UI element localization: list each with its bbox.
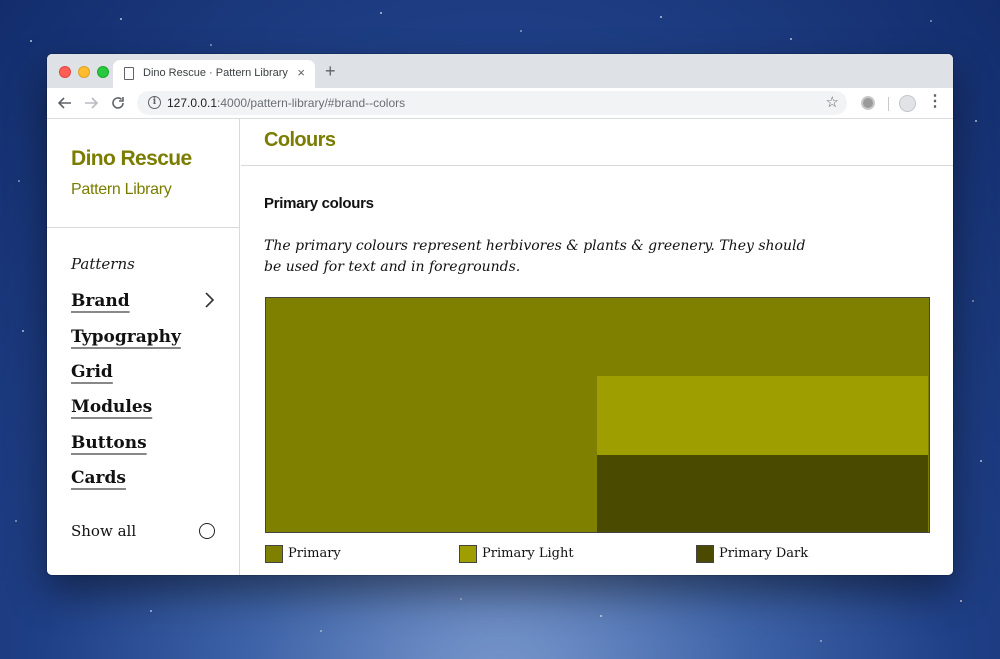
new-tab-button[interactable]: + <box>325 62 336 80</box>
url-host: 127.0.0.1 <box>167 96 218 110</box>
reload-button[interactable] <box>109 93 127 116</box>
extension-icon[interactable] <box>861 96 875 110</box>
profile-avatar-icon[interactable] <box>899 95 916 112</box>
sidebar-item-brand[interactable]: Brand <box>71 291 130 311</box>
back-button[interactable] <box>56 93 74 116</box>
legend-label: Primary Dark <box>719 546 809 561</box>
site-subtitle: Pattern Library <box>71 181 172 198</box>
chevron-right-icon[interactable] <box>203 292 215 313</box>
sidebar-item-modules[interactable]: Modules <box>71 397 152 417</box>
colour-swatch-block <box>265 297 930 533</box>
sidebar-divider <box>47 227 240 228</box>
patterns-heading: Patterns <box>71 255 135 273</box>
arrow-left-icon <box>57 97 71 109</box>
site-title[interactable]: Dino Rescue <box>71 147 192 171</box>
toolbar-divider <box>888 97 889 111</box>
section-description: The primary colours represent herbivores… <box>264 238 806 275</box>
legend-swatch <box>696 545 714 563</box>
legend-swatch <box>265 545 283 563</box>
close-window-button[interactable] <box>59 66 71 78</box>
maximize-window-button[interactable] <box>97 66 109 78</box>
tab-close-icon[interactable]: × <box>297 65 305 81</box>
forward-button[interactable] <box>82 93 100 116</box>
main-panel: Colours Primary colours The primary colo… <box>241 119 953 575</box>
swatch-primary-light <box>597 376 928 455</box>
more-menu-icon[interactable]: ⋮ <box>927 94 943 110</box>
browser-toolbar: i 127.0.0.1:4000/pattern-library/#brand-… <box>47 88 953 119</box>
minimize-window-button[interactable] <box>78 66 90 78</box>
url-path: :4000/pattern-library/#brand--colors <box>217 96 406 110</box>
sidebar-item-typography[interactable]: Typography <box>71 327 181 347</box>
sidebar: Dino Rescue Pattern Library Patterns Bra… <box>47 119 240 575</box>
legend-label: Primary Light <box>482 546 574 561</box>
tab-bar: Dino Rescue · Pattern Library × + <box>47 54 953 88</box>
page-title: Colours <box>264 129 336 151</box>
section-title: Primary colours <box>264 195 374 212</box>
browser-window: Dino Rescue · Pattern Library × + i 127.… <box>47 54 953 575</box>
sidebar-item-cards[interactable]: Cards <box>71 468 126 488</box>
info-icon[interactable]: i <box>148 96 161 109</box>
bookmark-star-icon[interactable]: ☆ <box>826 93 839 111</box>
legend-label: Primary <box>288 546 341 561</box>
page-icon <box>124 67 134 80</box>
reload-icon <box>112 97 124 109</box>
arrow-right-icon <box>85 97 99 109</box>
swatch-primary-dark <box>597 455 928 532</box>
show-all-label[interactable]: Show all <box>71 522 136 540</box>
main-header: Colours <box>241 119 953 166</box>
show-all-toggle[interactable] <box>199 523 215 539</box>
sidebar-item-buttons[interactable]: Buttons <box>71 433 147 453</box>
legend-swatch <box>459 545 477 563</box>
tab-title: Dino Rescue · Pattern Library <box>143 67 288 79</box>
browser-tab[interactable]: Dino Rescue · Pattern Library × <box>113 60 315 88</box>
sidebar-item-grid[interactable]: Grid <box>71 362 113 382</box>
url-text[interactable]: 127.0.0.1:4000/pattern-library/#brand--c… <box>167 96 405 110</box>
address-bar[interactable]: i 127.0.0.1:4000/pattern-library/#brand-… <box>137 91 847 115</box>
page-content: Dino Rescue Pattern Library Patterns Bra… <box>47 119 953 575</box>
